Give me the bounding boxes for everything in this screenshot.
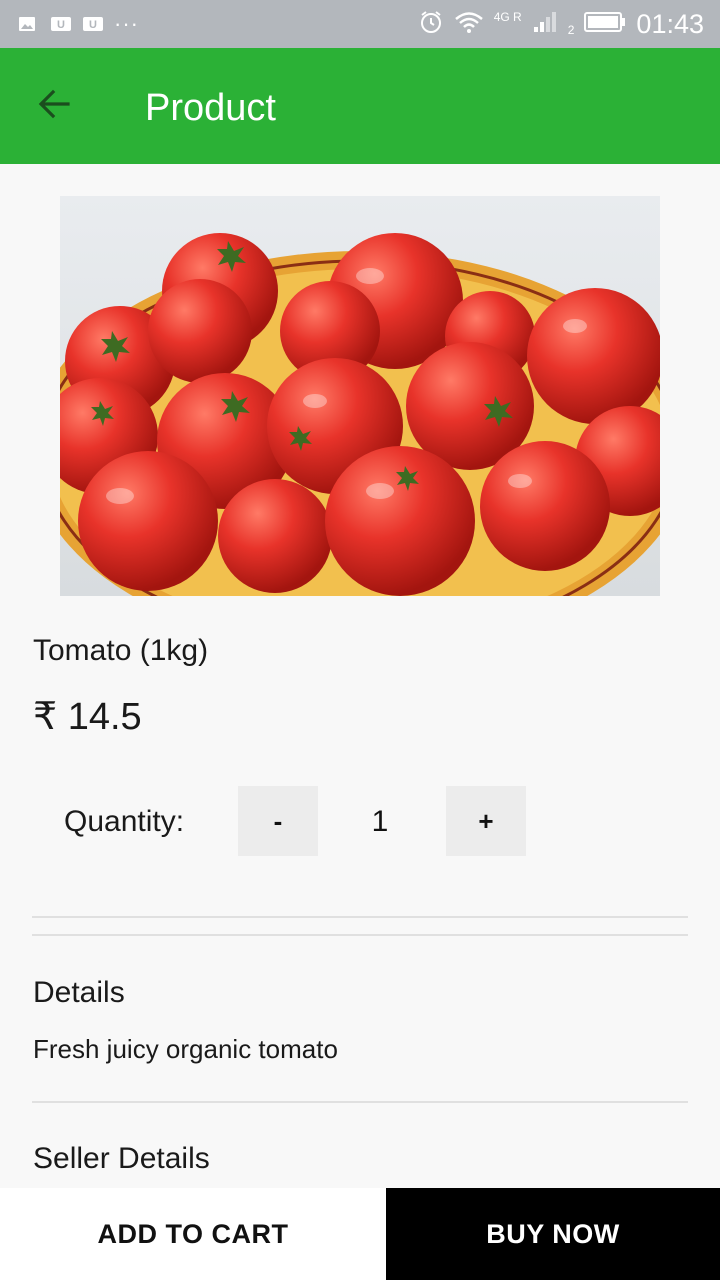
quantity-value: 1 <box>371 805 389 838</box>
page-title: Product <box>145 87 276 129</box>
increment-button[interactable]: + <box>446 786 526 856</box>
arrow-back-icon <box>36 86 72 127</box>
system-icons: 4G R 2 01:43 <box>418 8 704 40</box>
seller-details-heading[interactable]: Seller Details <box>33 1140 210 1178</box>
network-type: 4G R <box>493 10 522 24</box>
alarm-icon <box>418 9 444 40</box>
u-app-notification-icon: U <box>50 15 71 33</box>
signal-icon <box>532 10 558 39</box>
svg-text:U: U <box>89 19 97 31</box>
product-price: ₹ 14.5 <box>33 696 142 738</box>
more-notifications-icon: ··· <box>114 11 139 36</box>
product-name: Tomato (1kg) <box>33 634 209 667</box>
divider <box>32 916 688 918</box>
notification-icons: U U ··· <box>18 12 139 36</box>
details-text: Fresh juicy organic tomato <box>33 1034 338 1064</box>
buy-now-button[interactable]: BUY NOW <box>386 1188 720 1280</box>
product-image <box>60 196 660 596</box>
divider <box>32 1101 688 1103</box>
u-app-notification-icon: U <box>82 15 103 33</box>
sim-slot: 2 <box>567 23 575 37</box>
battery-icon <box>584 11 626 38</box>
clock: 01:43 <box>636 9 704 39</box>
back-button[interactable] <box>32 84 76 128</box>
divider <box>32 934 688 936</box>
decrement-button[interactable]: - <box>238 786 318 856</box>
svg-text:U: U <box>57 19 65 31</box>
status-bar: U U ··· 4G R 2 01:43 <box>0 0 720 48</box>
image-notification-icon <box>18 15 38 33</box>
bottom-action-bar: ADD TO CART BUY NOW <box>0 1188 720 1280</box>
app-bar: Product <box>0 48 720 164</box>
quantity-label: Quantity: <box>64 805 185 838</box>
wifi-icon <box>454 10 484 39</box>
details-heading: Details <box>33 976 125 1009</box>
add-to-cart-button[interactable]: ADD TO CART <box>0 1188 386 1280</box>
